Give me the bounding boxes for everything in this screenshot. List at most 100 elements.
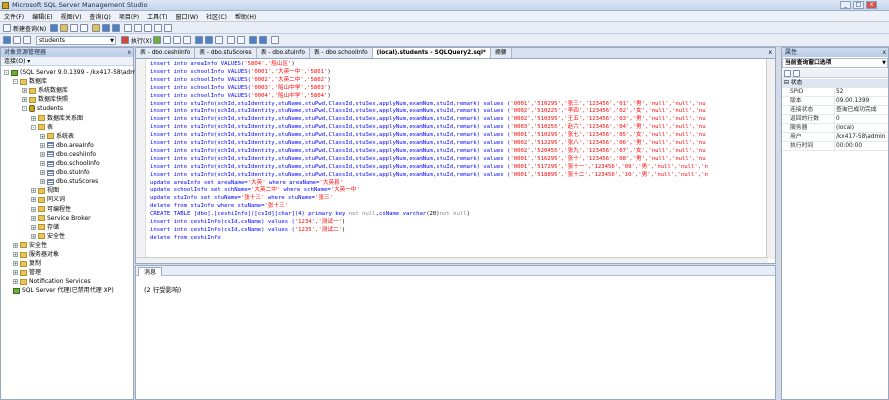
comment-icon[interactable]: [227, 36, 235, 44]
connect-dropdown[interactable]: 连接(O) ▾: [4, 58, 30, 65]
tree-node[interactable]: + 同义词: [31, 195, 65, 204]
close-icon[interactable]: x: [882, 48, 886, 57]
tab-ceshiinfo[interactable]: 表 - dbo.ceshiInfo: [136, 48, 196, 58]
property-row[interactable]: 连接状态 查询已成功完成: [782, 106, 888, 115]
tree-node[interactable]: - (SQL Server 9.0.1399 - /kx417-58\admin): [4, 68, 144, 77]
expand-icon[interactable]: +: [31, 115, 36, 121]
close-icon[interactable]: x: [127, 48, 131, 57]
tab-stuscores[interactable]: 表 - dbo.stuScores: [195, 48, 257, 58]
collapse-icon[interactable]: -: [4, 70, 9, 75]
close-tab-icon[interactable]: x: [768, 48, 772, 58]
property-row[interactable]: 服务器 (local): [782, 124, 888, 133]
expand-icon[interactable]: +: [31, 197, 36, 203]
menu-edit[interactable]: 编辑(E): [28, 11, 56, 22]
menu-community[interactable]: 社区(C): [202, 11, 231, 22]
tab-messages[interactable]: 消息: [138, 267, 163, 276]
tab-sqlquery2[interactable]: (local).students - SQLQuery2.sql*: [372, 48, 491, 58]
expand-icon[interactable]: +: [13, 252, 18, 257]
expand-icon[interactable]: +: [22, 88, 27, 94]
sql-code-area[interactable]: insert into areaInfo VALUES('5804','船山区'…: [136, 59, 768, 259]
save-all-icon[interactable]: [112, 24, 120, 32]
tree-node[interactable]: + 视图: [31, 186, 59, 195]
tree-node[interactable]: + 系统表: [40, 132, 74, 141]
database-select[interactable]: students ▼: [36, 36, 116, 45]
tree-node[interactable]: -表: [31, 123, 53, 132]
alphabetical-icon[interactable]: [793, 70, 800, 77]
expand-icon[interactable]: +: [40, 179, 45, 185]
property-row[interactable]: SPID 52: [782, 88, 888, 97]
categorized-icon[interactable]: [784, 70, 791, 77]
property-row[interactable]: 返回的行数 0: [782, 115, 888, 124]
tree-node[interactable]: - 数据库: [13, 77, 47, 86]
tree-node[interactable]: - students: [22, 104, 63, 113]
results-to-grid-icon[interactable]: [205, 36, 213, 44]
expand-icon[interactable]: +: [31, 188, 36, 194]
tree-node[interactable]: + 数据库关系图: [31, 114, 83, 123]
new-query-button[interactable]: 新建查询(N): [13, 24, 46, 33]
toolbox-icon[interactable]: [164, 24, 172, 32]
close-window-button[interactable]: x: [866, 1, 877, 9]
new-query-icon[interactable]: [3, 24, 11, 32]
menu-window[interactable]: 窗口(W): [172, 11, 203, 22]
object-explorer-icon[interactable]: [134, 24, 142, 32]
query-designer-icon[interactable]: [183, 36, 191, 44]
editor-horizontal-scrollbar[interactable]: [136, 257, 768, 263]
execute-icon[interactable]: [121, 36, 129, 44]
decrease-indent-icon[interactable]: [249, 36, 257, 44]
menu-help[interactable]: 帮助(H): [231, 11, 260, 22]
menu-project[interactable]: 项目(P): [115, 11, 143, 22]
expand-icon[interactable]: +: [22, 97, 27, 103]
expand-icon[interactable]: +: [40, 133, 45, 139]
disconnect-icon[interactable]: [13, 36, 21, 44]
expand-icon[interactable]: +: [40, 170, 45, 176]
tab-summary[interactable]: 摘要: [490, 48, 512, 58]
tree-node[interactable]: + Service Broker: [31, 214, 91, 223]
results-to-file-icon[interactable]: [215, 36, 223, 44]
execute-button[interactable]: 执行(X): [131, 36, 152, 45]
save-icon[interactable]: [102, 24, 110, 32]
editor-vertical-scrollbar[interactable]: [766, 59, 775, 259]
change-connection-icon[interactable]: [23, 36, 31, 44]
tab-schoolinfo[interactable]: 表 - dbo.schoolInfo: [309, 48, 373, 58]
tree-node[interactable]: + dbo.areaInfo: [40, 141, 94, 150]
tree-node[interactable]: SQL Server 代理(已禁用代理 XP): [13, 286, 114, 295]
collapse-icon[interactable]: -: [22, 106, 27, 112]
tree-node[interactable]: + 存储: [31, 223, 59, 232]
expand-icon[interactable]: +: [13, 270, 18, 276]
property-row[interactable]: 用户/kx417-58\admin: [782, 133, 888, 142]
expand-icon[interactable]: +: [13, 279, 18, 285]
properties-section-status[interactable]: ⊟ 状态: [782, 79, 888, 88]
tree-node[interactable]: + 系统数据库: [22, 86, 68, 95]
registered-servers-icon[interactable]: [124, 24, 132, 32]
property-row[interactable]: 执行时间 00:00:00: [782, 142, 888, 151]
results-to-text-icon[interactable]: [195, 36, 203, 44]
menu-view[interactable]: 视图(V): [57, 11, 86, 22]
tree-node[interactable]: + dbo.stuInfo: [40, 168, 90, 177]
increase-indent-icon[interactable]: [259, 36, 267, 44]
uncomment-icon[interactable]: [237, 36, 245, 44]
xmla-query-icon[interactable]: [80, 24, 88, 32]
parse-icon[interactable]: [153, 36, 161, 44]
template-explorer-icon[interactable]: [144, 24, 152, 32]
dmx-query-icon[interactable]: [70, 24, 78, 32]
maximize-button[interactable]: □: [853, 1, 864, 9]
tree-node[interactable]: + 服务器对象: [13, 250, 59, 259]
expand-icon[interactable]: +: [31, 233, 36, 239]
properties-object-select[interactable]: 当前查询窗口选项 ▼: [782, 58, 888, 68]
minimize-button[interactable]: _: [840, 1, 851, 9]
tree-node[interactable]: + 安全性: [31, 232, 65, 241]
expand-icon[interactable]: +: [40, 151, 45, 157]
tree-node[interactable]: + dbo.ceshiInfo: [40, 150, 96, 159]
collapse-icon[interactable]: -: [31, 124, 36, 130]
tree-node[interactable]: + 数据库快照: [22, 95, 68, 104]
display-plan-icon[interactable]: [173, 36, 181, 44]
expand-icon[interactable]: +: [40, 161, 45, 166]
tree-node[interactable]: + 管理: [13, 268, 41, 277]
open-file-icon[interactable]: [92, 24, 100, 32]
tree-node[interactable]: + 可编程性: [31, 205, 71, 214]
expand-icon[interactable]: +: [31, 215, 36, 221]
menu-tools[interactable]: 工具(T): [143, 11, 171, 22]
cancel-query-icon[interactable]: [163, 36, 171, 44]
expand-icon[interactable]: +: [13, 242, 18, 248]
tree-node[interactable]: + 安全性: [13, 241, 47, 250]
